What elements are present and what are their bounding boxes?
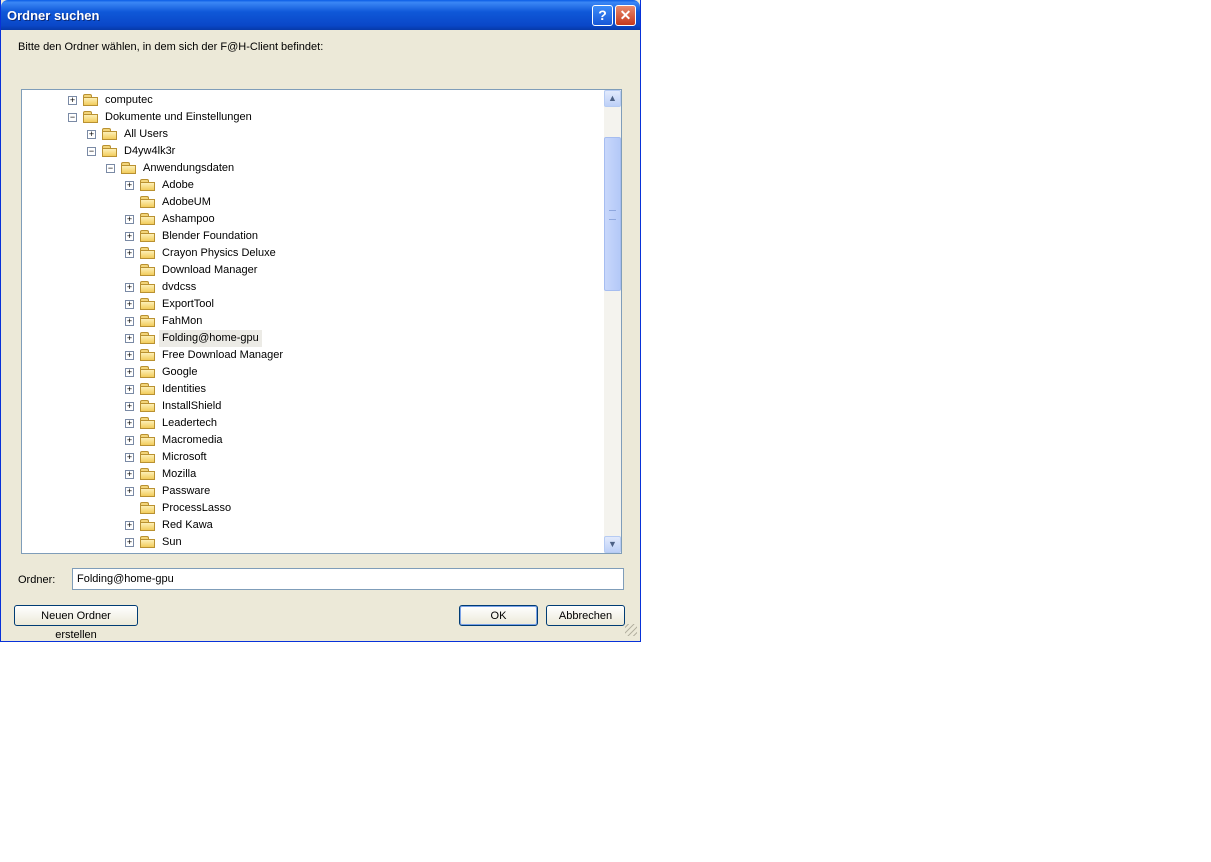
expand-icon[interactable]: + <box>125 470 134 479</box>
collapse-icon[interactable]: − <box>68 113 77 122</box>
folder-icon <box>140 349 156 361</box>
folder-icon <box>140 366 156 378</box>
tree-item-label[interactable]: dvdcss <box>159 279 199 296</box>
expand-icon[interactable]: + <box>87 130 96 139</box>
expand-icon[interactable]: + <box>125 334 134 343</box>
folder-icon <box>140 179 156 191</box>
folder-icon <box>121 162 137 174</box>
tree-item-label[interactable]: Macromedia <box>159 432 226 449</box>
help-icon[interactable]: ? <box>592 5 613 26</box>
expand-icon[interactable]: + <box>125 249 134 258</box>
tree-item-label[interactable]: Sun <box>159 534 185 551</box>
folder-icon <box>140 298 156 310</box>
instruction-text: Bitte den Ordner wählen, in dem sich der… <box>18 41 324 53</box>
expand-icon[interactable]: + <box>125 521 134 530</box>
folder-icon <box>140 519 156 531</box>
expand-icon[interactable]: + <box>125 487 134 496</box>
folder-icon <box>140 536 156 548</box>
cancel-button[interactable]: Abbrechen <box>546 605 625 626</box>
folder-input[interactable] <box>72 568 624 590</box>
tree-item-label[interactable]: Red Kawa <box>159 517 216 534</box>
tree-item-label[interactable]: Dokumente und Einstellungen <box>102 109 255 126</box>
tree-item-label[interactable]: Microsoft <box>159 449 210 466</box>
expand-icon[interactable]: + <box>125 368 134 377</box>
close-icon[interactable]: ✕ <box>615 5 636 26</box>
tree-item-label[interactable]: InstallShield <box>159 398 224 415</box>
folder-tree[interactable]: + computec − Dokumente und Einstellungen + Al… <box>21 89 622 554</box>
expand-icon[interactable]: + <box>125 538 134 547</box>
resize-grip[interactable] <box>625 624 637 636</box>
expand-icon[interactable]: + <box>125 436 134 445</box>
vertical-scrollbar[interactable]: ▲ ▼ <box>604 90 621 553</box>
folder-icon <box>140 315 156 327</box>
folder-icon <box>140 247 156 259</box>
folder-icon <box>102 145 118 157</box>
tree-item-label[interactable]: Folding@home-gpu <box>159 330 262 347</box>
tree-item-label[interactable]: All Users <box>121 126 171 143</box>
tree-item-label[interactable]: Identities <box>159 381 209 398</box>
expand-icon[interactable]: + <box>125 317 134 326</box>
ok-button[interactable]: OK <box>459 605 538 626</box>
folder-icon <box>140 417 156 429</box>
expand-icon[interactable]: + <box>125 402 134 411</box>
folder-icon <box>140 468 156 480</box>
folder-icon <box>140 196 156 208</box>
tree-item-label[interactable]: Blender Foundation <box>159 228 261 245</box>
tree-item-label[interactable]: Anwendungsdaten <box>140 160 237 177</box>
tree-item-label[interactable]: Leadertech <box>159 415 220 432</box>
tree-item-label[interactable]: Download Manager <box>159 262 260 279</box>
title-bar[interactable]: Ordner suchen ? ✕ <box>1 0 640 30</box>
expand-icon[interactable]: + <box>125 300 134 309</box>
collapse-icon[interactable]: − <box>106 164 115 173</box>
expand-icon[interactable]: + <box>125 453 134 462</box>
tree-item-label[interactable]: Ashampoo <box>159 211 218 228</box>
tree-item-label[interactable]: D4yw4lk3r <box>121 143 178 160</box>
tree-item-label[interactable]: ExportTool <box>159 296 217 313</box>
scroll-down-icon[interactable]: ▼ <box>604 536 621 553</box>
expand-icon[interactable]: + <box>125 351 134 360</box>
folder-icon <box>140 264 156 276</box>
scroll-thumb[interactable] <box>604 137 621 291</box>
folder-icon <box>140 400 156 412</box>
expand-icon[interactable]: + <box>125 232 134 241</box>
tree-item-label[interactable]: Free Download Manager <box>159 347 286 364</box>
folder-icon <box>140 451 156 463</box>
scroll-up-icon[interactable]: ▲ <box>604 90 621 107</box>
tree-item-label[interactable]: Google <box>159 364 200 381</box>
tree-item-label[interactable]: computec <box>102 92 156 109</box>
folder-icon <box>140 502 156 514</box>
expand-icon[interactable]: + <box>68 96 77 105</box>
tree-item-label[interactable]: AdobeUM <box>159 194 214 211</box>
folder-icon <box>140 332 156 344</box>
window-title: Ordner suchen <box>7 8 100 23</box>
tree-item-label[interactable]: FahMon <box>159 313 205 330</box>
folder-icon <box>140 281 156 293</box>
tree-item-label[interactable]: ProcessLasso <box>159 500 234 517</box>
collapse-icon[interactable]: − <box>87 147 96 156</box>
expand-icon[interactable]: + <box>125 283 134 292</box>
folder-icon <box>140 230 156 242</box>
folder-icon <box>140 434 156 446</box>
new-folder-button[interactable]: Neuen Ordner erstellen <box>14 605 138 641</box>
folder-icon <box>83 111 99 123</box>
folder-browse-dialog: Ordner suchen ? ✕ Bitte den Ordner wähle… <box>0 0 641 642</box>
folder-field-label: Ordner: <box>18 574 56 586</box>
tree-item-label[interactable]: Mozilla <box>159 466 199 483</box>
expand-icon[interactable]: + <box>125 181 134 190</box>
folder-icon <box>140 213 156 225</box>
tree-item-label[interactable]: Passware <box>159 483 213 500</box>
expand-icon[interactable]: + <box>125 385 134 394</box>
tree-item-label[interactable]: Adobe <box>159 177 197 194</box>
expand-icon[interactable]: + <box>125 419 134 428</box>
folder-icon <box>83 94 99 106</box>
folder-icon <box>140 485 156 497</box>
expand-icon[interactable]: + <box>125 215 134 224</box>
tree-item-label[interactable]: Crayon Physics Deluxe <box>159 245 279 262</box>
folder-icon <box>140 383 156 395</box>
folder-icon <box>102 128 118 140</box>
